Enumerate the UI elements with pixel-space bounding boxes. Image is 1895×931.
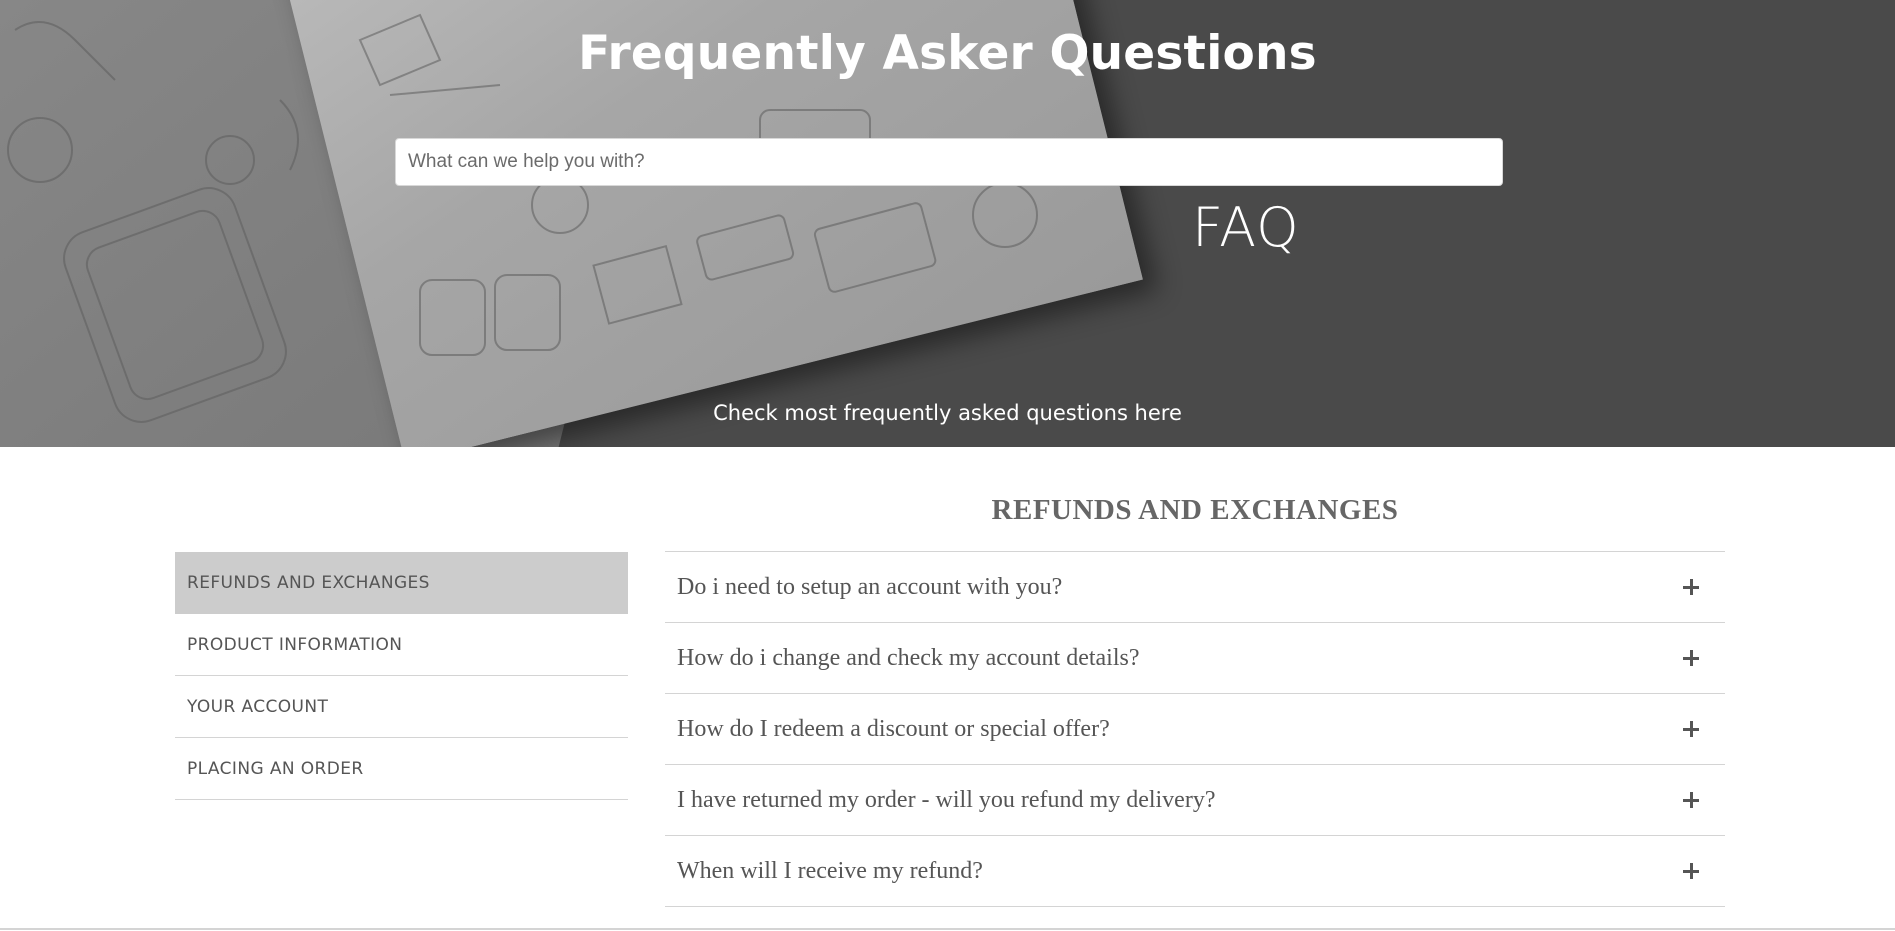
sidebar-item-label: YOUR ACCOUNT [187, 696, 329, 717]
faq-question: I have returned my order - will you refu… [677, 786, 1216, 813]
plus-icon[interactable] [1683, 863, 1699, 879]
faq-item[interactable]: How do I redeem a discount or special of… [665, 694, 1725, 765]
faq-item[interactable]: Do i need to setup an account with you? [665, 552, 1725, 623]
page-title: Frequently Asker Questions [578, 26, 1317, 81]
category-sidebar: REFUNDS AND EXCHANGES PRODUCT INFORMATIO… [175, 552, 628, 800]
section-title: REFUNDS AND EXCHANGES [991, 494, 1399, 526]
faq-badge-text: FAQ [1192, 196, 1300, 259]
search-box[interactable] [395, 138, 1503, 186]
faq-question: How do i change and check my account det… [677, 644, 1140, 671]
plus-icon[interactable] [1683, 792, 1699, 808]
faq-accordion: Do i need to setup an account with you? … [665, 551, 1725, 907]
sidebar-item-label: PLACING AN ORDER [187, 758, 364, 779]
sidebar-item-your-account[interactable]: YOUR ACCOUNT [175, 676, 628, 738]
faq-question: How do I redeem a discount or special of… [677, 715, 1110, 742]
sidebar-item-label: REFUNDS AND EXCHANGES [187, 572, 430, 593]
sidebar-item-refunds-and-exchanges[interactable]: REFUNDS AND EXCHANGES [175, 552, 628, 614]
faq-item[interactable]: How do i change and check my account det… [665, 623, 1725, 694]
faq-question: Do i need to setup an account with you? [677, 573, 1063, 600]
hero-subtitle: Check most frequently asked questions he… [713, 401, 1182, 425]
faq-item[interactable]: When will I receive my refund? [665, 836, 1725, 907]
page-divider [0, 928, 1895, 930]
plus-icon[interactable] [1683, 579, 1699, 595]
search-input[interactable] [396, 139, 1502, 185]
plus-icon[interactable] [1683, 721, 1699, 737]
faq-item[interactable]: I have returned my order - will you refu… [665, 765, 1725, 836]
sidebar-item-placing-an-order[interactable]: PLACING AN ORDER [175, 738, 628, 800]
sidebar-item-label: PRODUCT INFORMATION [187, 634, 403, 655]
hero-banner: Frequently Asker Questions FAQ Check mos… [0, 0, 1895, 447]
sidebar-item-product-information[interactable]: PRODUCT INFORMATION [175, 614, 628, 676]
plus-icon[interactable] [1683, 650, 1699, 666]
faq-question: When will I receive my refund? [677, 857, 983, 884]
